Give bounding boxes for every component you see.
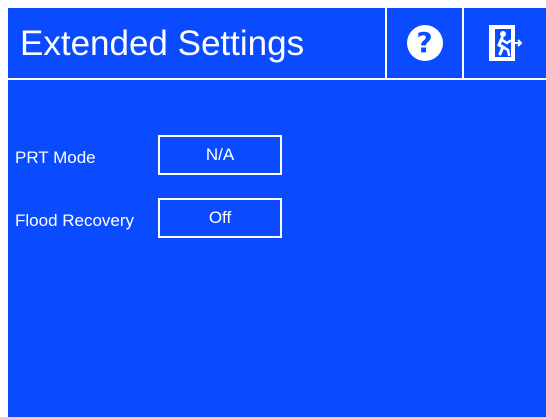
help-question-icon: ? [406, 25, 443, 61]
prt-mode-value-button[interactable]: N/A [158, 135, 282, 175]
flood-recovery-value-button[interactable]: Off [158, 198, 282, 238]
flood-recovery-label: Flood Recovery [15, 211, 135, 230]
header-bar: Extended Settings ? [8, 8, 546, 80]
exit-door-icon [489, 25, 523, 61]
help-button[interactable]: ? [385, 8, 462, 78]
settings-screen: Extended Settings ? PRT Mode N/A Flood R… [8, 8, 546, 417]
exit-button[interactable] [462, 8, 546, 78]
prt-mode-label: PRT Mode [15, 148, 96, 167]
page-title: Extended Settings [20, 24, 305, 63]
